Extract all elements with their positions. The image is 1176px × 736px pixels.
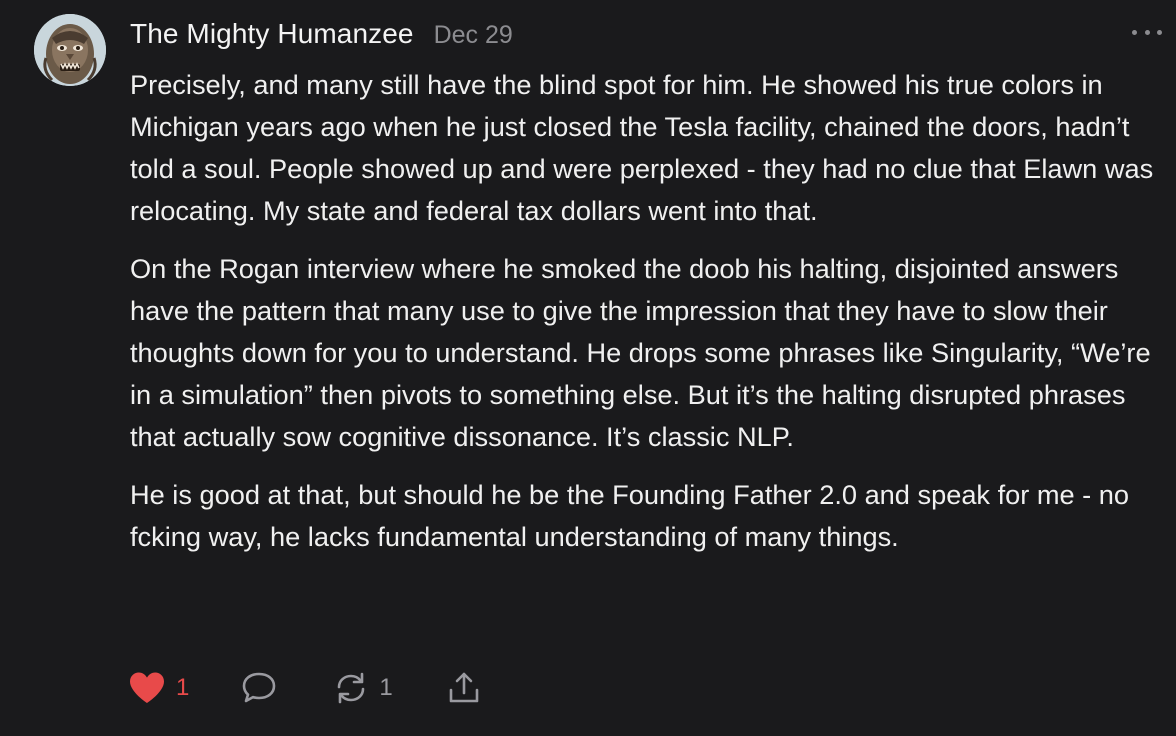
avatar[interactable] <box>34 14 106 86</box>
share-button[interactable] <box>447 670 481 706</box>
avatar-image <box>34 14 106 86</box>
comment-paragraph: On the Rogan interview where he smoked t… <box>130 253 1151 452</box>
restack-count: 1 <box>379 674 393 701</box>
more-horizontal-icon[interactable] <box>1132 22 1162 42</box>
comment-actions: 1 1 <box>128 668 481 708</box>
comment-button[interactable] <box>241 671 277 705</box>
share-upload-icon <box>449 672 479 703</box>
like-count: 1 <box>176 674 190 701</box>
author-name[interactable]: The Mighty Humanzee <box>130 18 414 50</box>
restack-arrows-icon <box>338 672 365 704</box>
comment-bubble-icon <box>243 672 276 703</box>
comment-paragraph: Precisely, and many still have the blind… <box>130 69 1154 226</box>
like-button[interactable]: 1 <box>128 671 189 705</box>
comment-paragraph: He is good at that, but should he be the… <box>130 479 1130 552</box>
comment-body: Precisely, and many still have the blind… <box>130 64 1166 574</box>
restack-button[interactable]: 1 <box>333 671 393 705</box>
comment-card: The Mighty Humanzee Dec 29 Precisely, an… <box>0 0 1176 736</box>
heart-filled-icon <box>130 672 164 703</box>
comment-header: The Mighty Humanzee Dec 29 <box>130 18 513 50</box>
comment-date[interactable]: Dec 29 <box>434 21 513 50</box>
